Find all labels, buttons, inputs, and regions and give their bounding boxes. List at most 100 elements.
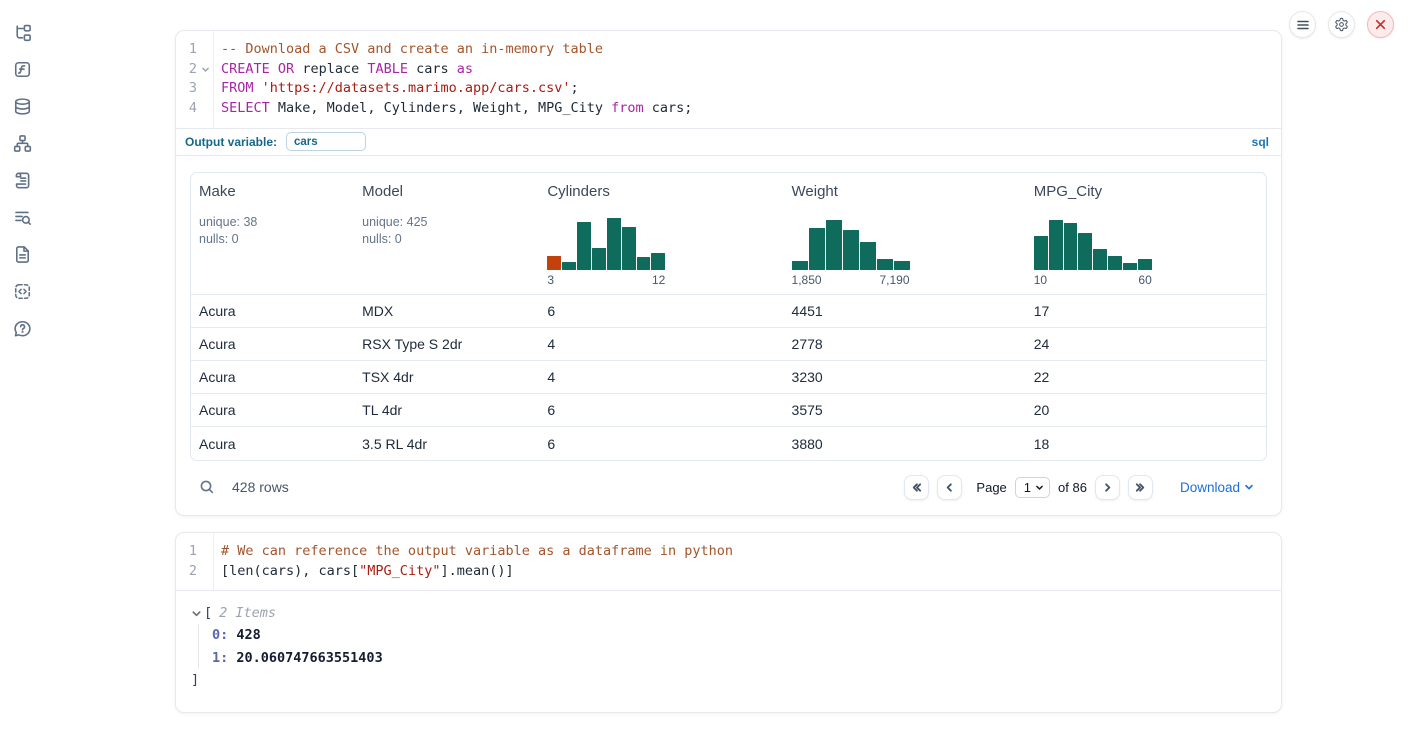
table-cell[interactable]: 6 bbox=[539, 394, 783, 427]
table-cell[interactable]: 3880 bbox=[784, 427, 1026, 460]
column-stats: unique: 38nulls: 0 bbox=[199, 214, 257, 248]
code-token: Make, Model, Cylinders, Weight, MPG_City bbox=[270, 100, 611, 116]
table-cell[interactable]: TL 4dr bbox=[354, 394, 539, 427]
code-line[interactable]: 3FROM 'https://datasets.marimo.app/cars.… bbox=[176, 79, 1281, 99]
histogram-bar bbox=[792, 261, 808, 270]
column-name: Make bbox=[199, 183, 236, 200]
code-token: from bbox=[611, 100, 644, 116]
table-cell[interactable]: TSX 4dr bbox=[354, 361, 539, 394]
pagination: Page 1 of 86 Download bbox=[904, 475, 1254, 500]
helper-functions-icon[interactable] bbox=[12, 59, 32, 79]
datasources-icon[interactable] bbox=[12, 96, 32, 116]
histogram-bar bbox=[1138, 259, 1152, 270]
fold-chevron-icon[interactable] bbox=[197, 60, 213, 80]
histogram-axis-label: 3 bbox=[547, 273, 554, 287]
code-token: [len(cars), cars[ bbox=[221, 563, 359, 579]
table-cell[interactable]: MDX bbox=[354, 295, 539, 328]
table-cell[interactable]: 3230 bbox=[784, 361, 1026, 394]
code-line[interactable]: 4SELECT Make, Model, Cylinders, Weight, … bbox=[176, 99, 1281, 119]
table-row[interactable]: AcuraMDX6445117 bbox=[191, 295, 1266, 328]
column-header-cylinders[interactable]: Cylinders312 bbox=[539, 173, 783, 295]
column-header-inner: Weight1,8507,190 bbox=[792, 183, 1018, 288]
table-footer: 428 rows Page 1 of 86 Download bbox=[190, 461, 1267, 500]
table-cell[interactable]: 3575 bbox=[784, 394, 1026, 427]
line-number: 2 bbox=[176, 562, 197, 582]
column-header-inner: Modelunique: 425nulls: 0 bbox=[362, 183, 531, 288]
code-text: -- Download a CSV and create an in-memor… bbox=[213, 40, 603, 60]
histogram-bar bbox=[1034, 236, 1048, 270]
table-row[interactable]: AcuraRSX Type S 2dr4277824 bbox=[191, 328, 1266, 361]
code-line[interactable]: 1 -- Download a CSV and create an in-memo… bbox=[176, 40, 1281, 60]
next-page-button[interactable] bbox=[1095, 475, 1120, 500]
table-cell[interactable]: 22 bbox=[1026, 361, 1266, 394]
download-button[interactable]: Download bbox=[1180, 480, 1254, 495]
line-number: 1 bbox=[176, 40, 197, 60]
output-variable-input[interactable] bbox=[286, 132, 366, 151]
page-select[interactable]: 1 bbox=[1015, 477, 1050, 498]
python-code-editor[interactable]: 1# We can reference the output variable … bbox=[176, 533, 1281, 591]
column-histogram: 1,8507,190 bbox=[792, 217, 910, 287]
table-cell[interactable]: Acura bbox=[191, 361, 354, 394]
table-cell[interactable]: 18 bbox=[1026, 427, 1266, 460]
file-explorer-icon[interactable] bbox=[12, 22, 32, 42]
settings-button[interactable] bbox=[1328, 11, 1355, 38]
column-header-weight[interactable]: Weight1,8507,190 bbox=[784, 173, 1026, 295]
table-cell[interactable]: 6 bbox=[539, 295, 783, 328]
logs-icon[interactable] bbox=[12, 170, 32, 190]
table-header-row: Make unique: 38nulls: 0 Modelunique: 425nu… bbox=[191, 173, 1266, 295]
sql-code-editor[interactable]: 1 -- Download a CSV and create an in-memo… bbox=[176, 31, 1281, 128]
previous-page-button[interactable] bbox=[937, 475, 962, 500]
histogram-bar bbox=[562, 262, 576, 270]
histogram-bar bbox=[547, 256, 561, 270]
table-row[interactable]: AcuraTSX 4dr4323022 bbox=[191, 361, 1266, 394]
table-cell[interactable]: 20 bbox=[1026, 394, 1266, 427]
table-cell[interactable]: Acura bbox=[191, 394, 354, 427]
last-page-button[interactable] bbox=[1128, 475, 1153, 500]
sidebar bbox=[0, 0, 44, 729]
chevron-left-icon bbox=[944, 482, 955, 493]
scratchpad-search-icon[interactable] bbox=[12, 207, 32, 227]
table-cell[interactable]: 4451 bbox=[784, 295, 1026, 328]
table-cell[interactable]: Acura bbox=[191, 295, 354, 328]
code-line[interactable]: 1# We can reference the output variable … bbox=[176, 542, 1281, 562]
table-cell[interactable]: 2778 bbox=[784, 328, 1026, 361]
table-cell[interactable]: 24 bbox=[1026, 328, 1266, 361]
python-output-tree: [ 2 Items 0: 4281: 20.060747663551403 ] bbox=[176, 591, 1281, 690]
table-cell[interactable]: RSX Type S 2dr bbox=[354, 328, 539, 361]
documentation-icon[interactable] bbox=[12, 244, 32, 264]
tree-entry-value: 428 bbox=[228, 627, 261, 643]
table-cell[interactable]: 3.5 RL 4dr bbox=[354, 427, 539, 460]
page-select-value: 1 bbox=[1024, 480, 1031, 495]
table-cell[interactable]: Acura bbox=[191, 328, 354, 361]
histogram-axis-label: 12 bbox=[652, 273, 665, 287]
code-token: TABLE bbox=[367, 61, 408, 77]
table-cell[interactable]: Acura bbox=[191, 427, 354, 460]
code-line[interactable]: 2[len(cars), cars["MPG_City"].mean()] bbox=[176, 562, 1281, 582]
table-cell[interactable]: 6 bbox=[539, 427, 783, 460]
shutdown-button[interactable] bbox=[1367, 11, 1394, 38]
page-label: Page bbox=[976, 480, 1006, 495]
column-histogram: 3 12 bbox=[547, 217, 665, 287]
histogram-bar bbox=[607, 218, 621, 270]
table-cell[interactable]: 4 bbox=[539, 328, 783, 361]
first-page-button[interactable] bbox=[904, 475, 929, 500]
column-header-mpg_city[interactable]: MPG_City1060 bbox=[1026, 173, 1266, 295]
table-cell[interactable]: 4 bbox=[539, 361, 783, 394]
column-stat: unique: 425 bbox=[362, 214, 427, 231]
search-icon[interactable] bbox=[199, 479, 215, 495]
menu-button[interactable] bbox=[1289, 11, 1316, 38]
snippets-icon[interactable] bbox=[12, 281, 32, 301]
column-header-make[interactable]: Make unique: 38nulls: 0 bbox=[191, 173, 354, 295]
help-icon[interactable] bbox=[12, 318, 32, 338]
dependency-graph-icon[interactable] bbox=[12, 133, 32, 153]
histogram-bar bbox=[894, 261, 910, 270]
collapse-toggle-icon[interactable] bbox=[191, 608, 202, 619]
table-row[interactable]: Acura3.5 RL 4dr6388018 bbox=[191, 427, 1266, 460]
histogram-bar bbox=[622, 227, 636, 270]
table-row[interactable]: AcuraTL 4dr6357520 bbox=[191, 394, 1266, 427]
code-line[interactable]: 2CREATE OR replace TABLE cars as bbox=[176, 60, 1281, 80]
table-cell[interactable]: 17 bbox=[1026, 295, 1266, 328]
code-token: ; bbox=[571, 80, 579, 96]
histogram-bar bbox=[809, 228, 825, 270]
column-header-model[interactable]: Modelunique: 425nulls: 0 bbox=[354, 173, 539, 295]
